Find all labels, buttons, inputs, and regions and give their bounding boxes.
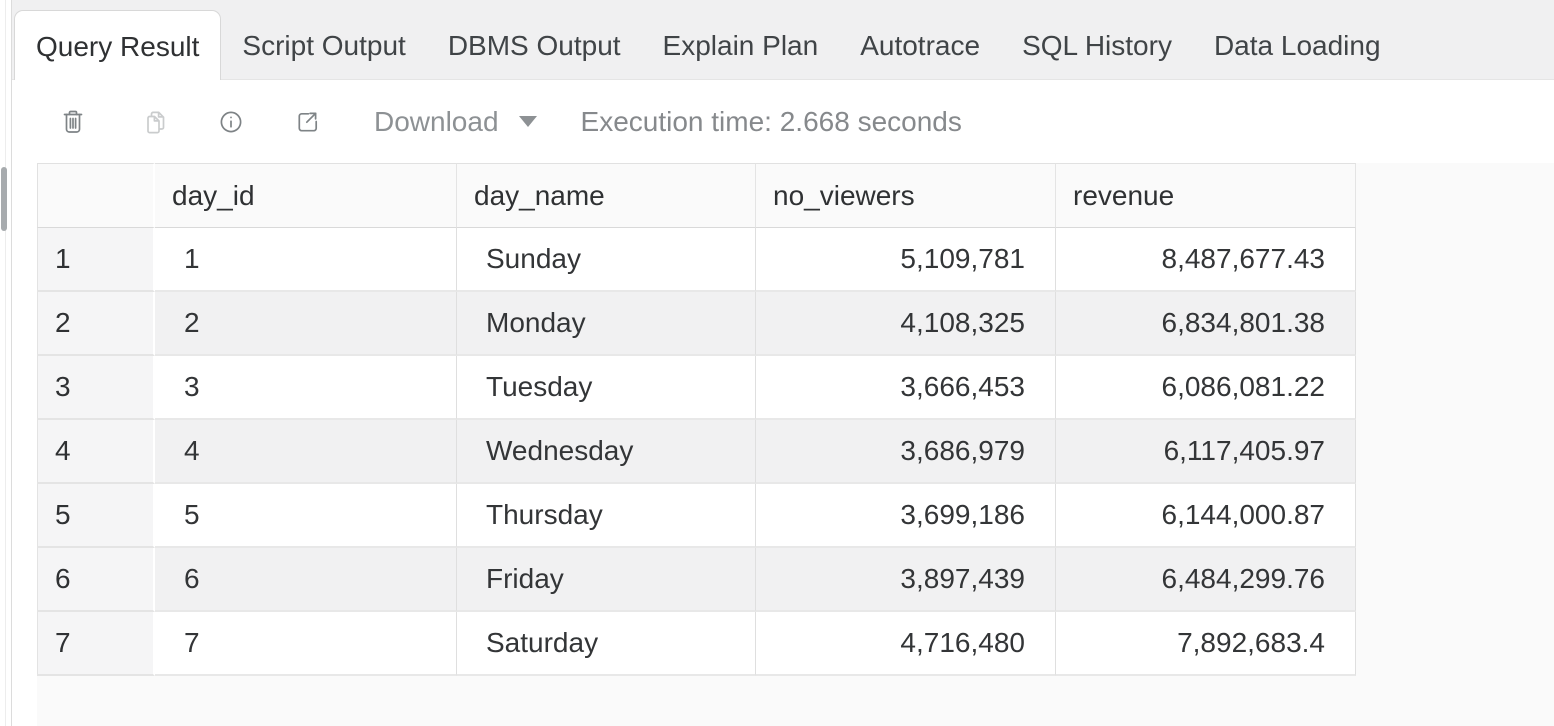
tab-autotrace[interactable]: Autotrace (839, 0, 1001, 79)
cell-no_viewers[interactable]: 3,686,979 (756, 420, 1056, 484)
cell-day_name[interactable]: Wednesday (457, 420, 756, 484)
cell-day_name[interactable]: Monday (457, 292, 756, 356)
cell-day_id[interactable]: 5 (155, 484, 457, 548)
cell-no_viewers[interactable]: 4,108,325 (756, 292, 1056, 356)
execution-time-label: Execution time: 2.668 seconds (581, 106, 962, 138)
left-scrollbar-thumb[interactable] (1, 167, 7, 231)
cell-day_name[interactable]: Saturday (457, 612, 756, 676)
row-number-cell[interactable]: 2 (37, 292, 155, 356)
row-number-cell[interactable]: 4 (37, 420, 155, 484)
cell-revenue[interactable]: 6,484,299.76 (1056, 548, 1356, 612)
download-dropdown[interactable]: Download (374, 106, 537, 138)
cell-day_name[interactable]: Sunday (457, 228, 756, 292)
row-number-cell[interactable]: 1 (37, 228, 155, 292)
row-number-cell[interactable]: 3 (37, 356, 155, 420)
cell-no_viewers[interactable]: 3,897,439 (756, 548, 1056, 612)
column-header-day_name[interactable]: day_name (457, 163, 756, 228)
gutter-divider (5, 0, 6, 726)
cell-revenue[interactable]: 6,834,801.38 (1056, 292, 1356, 356)
tab-data-loading[interactable]: Data Loading (1193, 0, 1402, 79)
cell-day_id[interactable]: 6 (155, 548, 457, 612)
table-row: 11Sunday5,109,7818,487,677.43 (37, 228, 1356, 292)
result-toolbar: Download Execution time: 2.668 seconds (12, 80, 1554, 163)
cell-day_id[interactable]: 1 (155, 228, 457, 292)
cell-day_id[interactable]: 7 (155, 612, 457, 676)
cell-day_name[interactable]: Tuesday (457, 356, 756, 420)
cell-day_name[interactable]: Thursday (457, 484, 756, 548)
open-in-new-button[interactable] (292, 105, 322, 139)
table-header: day_idday_nameno_viewersrevenue (37, 163, 1356, 228)
cell-no_viewers[interactable]: 3,699,186 (756, 484, 1056, 548)
tab-query-result[interactable]: Query Result (14, 10, 221, 80)
copy-icon (141, 108, 169, 136)
table-row: 22Monday4,108,3256,834,801.38 (37, 292, 1356, 356)
tab-script-output[interactable]: Script Output (221, 0, 426, 79)
left-scrollbar-track (0, 0, 12, 726)
cell-day_id[interactable]: 3 (155, 356, 457, 420)
result-grid-region: day_idday_nameno_viewersrevenue 11Sunday… (37, 163, 1554, 726)
chevron-down-icon (519, 116, 537, 127)
row-number-cell[interactable]: 7 (37, 612, 155, 676)
cell-no_viewers[interactable]: 5,109,781 (756, 228, 1056, 292)
cell-no_viewers[interactable]: 3,666,453 (756, 356, 1056, 420)
cell-day_name[interactable]: Friday (457, 548, 756, 612)
trash-icon (59, 108, 87, 136)
column-header-day_id[interactable]: day_id (155, 163, 457, 228)
cell-revenue[interactable]: 6,144,000.87 (1056, 484, 1356, 548)
corner-header-cell (37, 163, 155, 228)
table-row: 66Friday3,897,4396,484,299.76 (37, 548, 1356, 612)
tab-bar: Query ResultScript OutputDBMS OutputExpl… (12, 0, 1554, 80)
cell-day_id[interactable]: 4 (155, 420, 457, 484)
table-header-row: day_idday_nameno_viewersrevenue (37, 163, 1356, 228)
open-in-new-icon (293, 108, 321, 136)
cell-revenue[interactable]: 6,117,405.97 (1056, 420, 1356, 484)
download-label: Download (374, 106, 499, 138)
row-number-cell[interactable]: 5 (37, 484, 155, 548)
cell-revenue[interactable]: 7,892,683.4 (1056, 612, 1356, 676)
copy-result-button[interactable] (140, 105, 170, 139)
query-result-table: day_idday_nameno_viewersrevenue 11Sunday… (37, 163, 1356, 676)
table-row: 55Thursday3,699,1866,144,000.87 (37, 484, 1356, 548)
info-button[interactable] (216, 105, 246, 139)
cell-no_viewers[interactable]: 4,716,480 (756, 612, 1056, 676)
column-header-no_viewers[interactable]: no_viewers (756, 163, 1056, 228)
row-number-cell[interactable]: 6 (37, 548, 155, 612)
column-header-revenue[interactable]: revenue (1056, 163, 1356, 228)
tab-sql-history[interactable]: SQL History (1001, 0, 1193, 79)
table-row: 33Tuesday3,666,4536,086,081.22 (37, 356, 1356, 420)
tab-explain-plan[interactable]: Explain Plan (642, 0, 840, 79)
info-icon (217, 108, 245, 136)
cell-day_id[interactable]: 2 (155, 292, 457, 356)
table-body: 11Sunday5,109,7818,487,677.4322Monday4,1… (37, 228, 1356, 676)
delete-result-button[interactable] (58, 105, 88, 139)
table-row: 44Wednesday3,686,9796,117,405.97 (37, 420, 1356, 484)
tab-dbms-output[interactable]: DBMS Output (427, 0, 642, 79)
cell-revenue[interactable]: 8,487,677.43 (1056, 228, 1356, 292)
cell-revenue[interactable]: 6,086,081.22 (1056, 356, 1356, 420)
table-row: 77Saturday4,716,4807,892,683.4 (37, 612, 1356, 676)
